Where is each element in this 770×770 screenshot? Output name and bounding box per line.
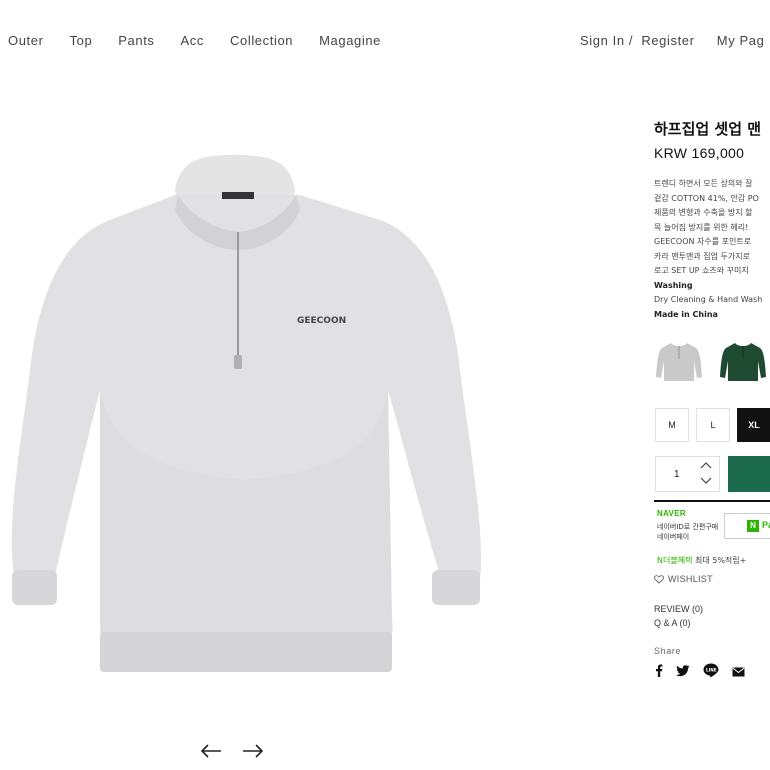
wishlist-button[interactable]: WISHLIST bbox=[654, 574, 713, 584]
register-link[interactable]: Register bbox=[641, 33, 694, 48]
heart-icon bbox=[654, 574, 664, 584]
share-icons: LINE bbox=[655, 663, 745, 683]
description-line: 목 늘어짐 방지를 위한 헤리! bbox=[654, 222, 749, 232]
color-swatch-gray[interactable] bbox=[654, 337, 704, 387]
washing-value: Dry Cleaning & Hand Wash bbox=[654, 295, 763, 304]
category-menu: Outer Top Pants Acc Collection Magagine bbox=[8, 33, 407, 48]
naver-pay-section: NAVER 네이버ID로 간편구매 네이버페이 N Pa bbox=[654, 506, 770, 546]
qa-link[interactable]: Q & A (0) bbox=[654, 618, 691, 628]
nav-separator: / bbox=[628, 33, 634, 48]
image-navigation bbox=[200, 744, 264, 758]
color-options bbox=[654, 337, 768, 387]
nav-top[interactable]: Top bbox=[70, 33, 93, 48]
description-line: 겉감 COTTON 41%, 안감 PO bbox=[654, 193, 759, 203]
size-options: M L XL bbox=[655, 408, 770, 442]
quantity-row: 1 bbox=[655, 456, 770, 494]
naver-text-1: 네이버ID로 간편구매 bbox=[657, 523, 719, 531]
product-description: 트렌디 하면서 모든 상의와 잘 겉감 COTTON 41%, 안감 PO 제품… bbox=[654, 177, 770, 322]
benefit-text: N더블혜택 최대 5%적립+ bbox=[657, 555, 746, 566]
benefit-highlight[interactable]: N더블혜택 bbox=[657, 556, 692, 565]
description-line: 트렌디 하면서 모든 상의와 잘 bbox=[654, 179, 753, 188]
description-line: 로고 SET UP 쇼즈와 꾸미지 bbox=[654, 266, 749, 275]
chevron-up-icon[interactable] bbox=[700, 461, 712, 469]
color-swatch-green[interactable] bbox=[718, 337, 768, 387]
sign-in-link[interactable]: Sign In bbox=[580, 33, 625, 48]
nav-magazine[interactable]: Magagine bbox=[319, 33, 381, 48]
product-info: 하프집업 셋업 맨 KRW 169,000 트렌디 하면서 모든 상의와 잘 겉… bbox=[654, 118, 770, 322]
product-image: GEECOON bbox=[11, 155, 481, 672]
size-option-l[interactable]: L bbox=[696, 408, 730, 442]
nav-outer[interactable]: Outer bbox=[8, 33, 44, 48]
naver-text-2: 네이버페이 bbox=[657, 533, 690, 541]
divider bbox=[654, 500, 770, 502]
line-icon[interactable]: LINE bbox=[703, 663, 719, 683]
quantity-value[interactable]: 1 bbox=[674, 469, 680, 480]
nav-acc[interactable]: Acc bbox=[181, 33, 204, 48]
naver-n-icon: N bbox=[747, 520, 759, 532]
description-line: 제품의 변형과 수축을 방지 할 bbox=[654, 208, 753, 217]
naver-pay-label: Pa bbox=[762, 520, 770, 530]
nav-collection[interactable]: Collection bbox=[230, 33, 293, 48]
top-navigation: Outer Top Pants Acc Collection Magagine … bbox=[0, 0, 770, 78]
share-label: Share bbox=[654, 646, 682, 656]
description-line: GEECOON 자수를 포인트로 bbox=[654, 237, 752, 246]
svg-text:LINE: LINE bbox=[706, 668, 717, 673]
arrow-right-icon[interactable] bbox=[242, 744, 264, 758]
washing-label: Washing bbox=[654, 280, 693, 290]
twitter-icon[interactable] bbox=[676, 664, 690, 682]
quantity-stepper[interactable]: 1 bbox=[655, 456, 720, 492]
origin-label: Made in China bbox=[654, 309, 718, 319]
arrow-left-icon[interactable] bbox=[200, 744, 222, 758]
benefit-rest: 최대 5%적립+ bbox=[692, 556, 747, 565]
naver-logo: NAVER bbox=[657, 509, 686, 518]
review-link[interactable]: REVIEW (0) bbox=[654, 604, 703, 614]
account-menu: Sign In / Register My Pag bbox=[580, 33, 764, 48]
my-page-link[interactable]: My Pag bbox=[717, 33, 765, 48]
product-price: KRW 169,000 bbox=[654, 145, 745, 161]
size-option-m[interactable]: M bbox=[655, 408, 689, 442]
naver-pay-button[interactable]: N Pa bbox=[724, 513, 770, 539]
chevron-down-icon[interactable] bbox=[700, 477, 712, 485]
buy-now-button[interactable] bbox=[728, 456, 770, 492]
description-line: 카라 맨투맨과 집업 두가지로 bbox=[654, 251, 750, 261]
email-icon[interactable] bbox=[732, 664, 745, 682]
product-title: 하프집업 셋업 맨 bbox=[654, 120, 762, 138]
nav-pants[interactable]: Pants bbox=[118, 33, 154, 48]
facebook-icon[interactable] bbox=[655, 664, 663, 682]
wishlist-label: WISHLIST bbox=[668, 574, 713, 584]
size-option-xl[interactable]: XL bbox=[737, 408, 770, 442]
chest-logo: GEECOON bbox=[297, 316, 346, 326]
